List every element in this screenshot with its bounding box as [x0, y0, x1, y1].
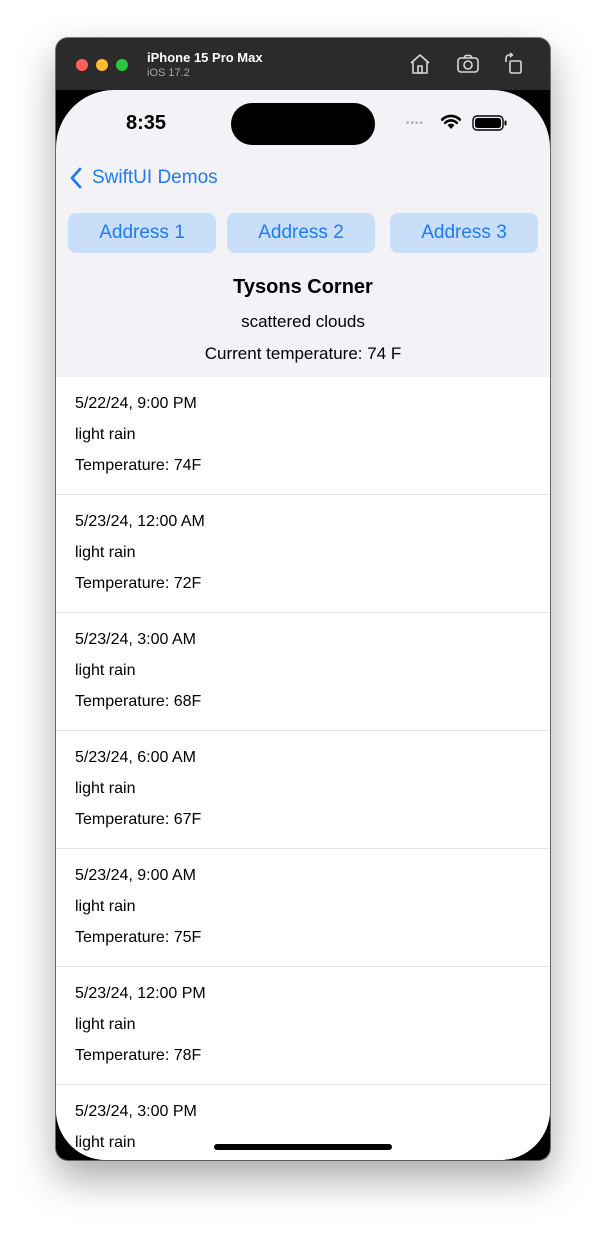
- forecast-description: light rain: [75, 426, 136, 443]
- forecast-description: light rain: [75, 898, 136, 915]
- back-button[interactable]: SwiftUI Demos: [68, 164, 218, 192]
- forecast-description: light rain: [75, 662, 136, 679]
- dynamic-island: [231, 103, 375, 145]
- forecast-datetime: 5/23/24, 6:00 AM: [75, 749, 196, 766]
- list-item[interactable]: 5/23/24, 6:00 AM light rain Temperature:…: [56, 731, 550, 849]
- list-item[interactable]: 5/23/24, 12:00 PM light rain Temperature…: [56, 967, 550, 1085]
- rotate-icon[interactable]: [502, 52, 526, 76]
- minimize-window-button[interactable]: [96, 59, 108, 71]
- battery-icon: [472, 115, 508, 131]
- list-item[interactable]: 5/23/24, 9:00 AM light rain Temperature:…: [56, 849, 550, 967]
- forecast-datetime: 5/23/24, 12:00 PM: [75, 985, 206, 1002]
- forecast-temperature: Temperature: 74F: [75, 457, 202, 474]
- forecast-datetime: 5/22/24, 9:00 PM: [75, 395, 197, 412]
- zoom-window-button[interactable]: [116, 59, 128, 71]
- list-item[interactable]: 5/22/24, 9:00 PM light rain Temperature:…: [56, 377, 550, 495]
- forecast-description: light rain: [75, 1016, 136, 1033]
- simulator-window: iPhone 15 Pro Max iOS 17.2 8:35 •••• Swi…: [56, 38, 550, 1160]
- location-name: Tysons Corner: [233, 276, 373, 298]
- address-1-button[interactable]: Address 1: [68, 213, 216, 253]
- home-indicator[interactable]: [214, 1144, 392, 1150]
- home-icon[interactable]: [408, 52, 432, 76]
- forecast-temperature: Temperature: 68F: [75, 693, 202, 710]
- forecast-datetime: 5/23/24, 9:00 AM: [75, 867, 196, 884]
- forecast-datetime: 5/23/24, 3:00 PM: [75, 1103, 197, 1120]
- status-time: 8:35: [126, 112, 167, 134]
- phone-screen: 8:35 •••• SwiftUI Demos Address 1 Addres: [56, 90, 550, 1160]
- screenshot-icon[interactable]: [456, 52, 480, 76]
- forecast-description: light rain: [75, 780, 136, 797]
- address-2-button[interactable]: Address 2: [227, 213, 375, 253]
- chevron-left-icon: [70, 167, 82, 189]
- forecast-temperature: Temperature: 72F: [75, 575, 202, 592]
- forecast-datetime: 5/23/24, 12:00 AM: [75, 513, 205, 530]
- forecast-temperature: Temperature: 67F: [75, 811, 202, 828]
- device-name: iPhone 15 Pro Max: [147, 50, 263, 65]
- forecast-description: light rain: [75, 1134, 136, 1151]
- list-item[interactable]: 5/23/24, 12:00 AM light rain Temperature…: [56, 495, 550, 613]
- address-3-button[interactable]: Address 3: [390, 213, 538, 253]
- device-os-version: iOS 17.2: [147, 67, 190, 79]
- back-button-label: SwiftUI Demos: [92, 167, 218, 188]
- list-item[interactable]: 5/23/24, 3:00 AM light rain Temperature:…: [56, 613, 550, 731]
- forecast-datetime: 5/23/24, 3:00 AM: [75, 631, 196, 648]
- forecast-temperature: Temperature: 78F: [75, 1047, 202, 1064]
- current-temperature: Current temperature: 74 F: [204, 344, 402, 363]
- wifi-icon: [440, 112, 462, 130]
- forecast-description: light rain: [75, 544, 136, 561]
- weather-description: scattered clouds: [241, 312, 365, 331]
- forecast-list[interactable]: 5/22/24, 9:00 PM light rain Temperature:…: [56, 377, 550, 1160]
- simulator-titlebar: iPhone 15 Pro Max iOS 17.2: [56, 38, 550, 90]
- close-window-button[interactable]: [76, 59, 88, 71]
- cellular-signal-icon: ••••: [406, 118, 425, 129]
- forecast-temperature: Temperature: 75F: [75, 929, 202, 946]
